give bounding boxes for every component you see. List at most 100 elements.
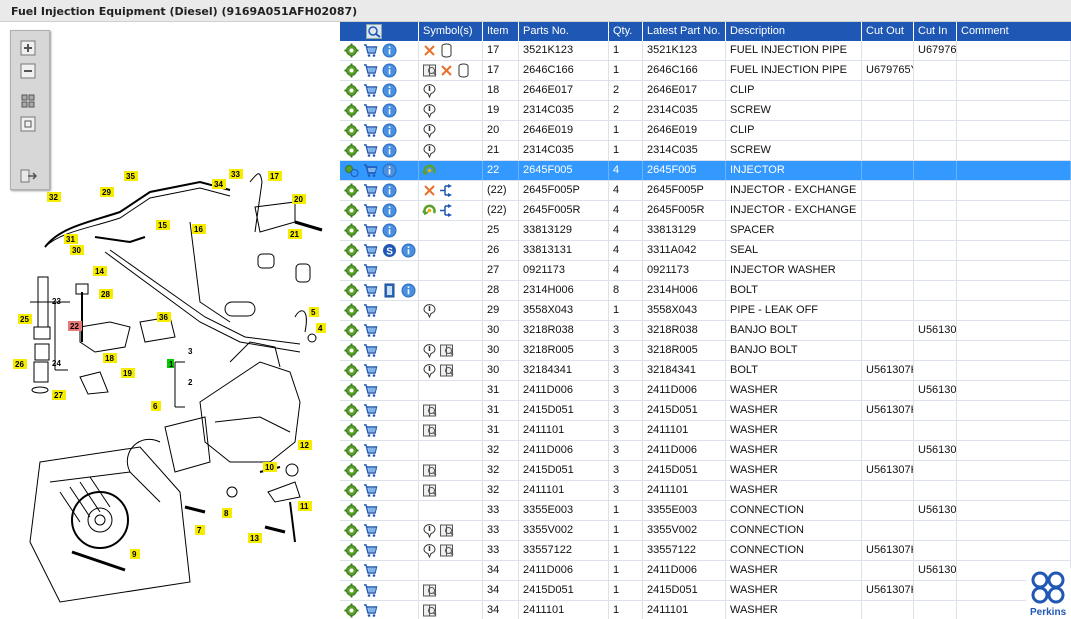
table-row[interactable]: 25 33813129 4 33813129 SPACER — [340, 221, 1071, 241]
info-icon[interactable] — [382, 83, 397, 98]
gear-icon[interactable] — [344, 263, 359, 278]
table-row[interactable]: S 26 33813131 4 3311A042 SEAL — [340, 241, 1071, 261]
zoom-in-button[interactable] — [20, 40, 40, 58]
callout-28[interactable]: 28 — [101, 290, 110, 299]
book-lookup-icon[interactable] — [422, 603, 437, 618]
cart-icon[interactable] — [363, 503, 378, 518]
callout-31[interactable]: 31 — [66, 235, 75, 244]
table-row[interactable]: 33 3355V002 1 3355V002 CONNECTION — [340, 521, 1071, 541]
gear-icon[interactable] — [344, 123, 359, 138]
callout-4[interactable]: 4 — [318, 324, 323, 333]
callout-1[interactable]: 1 — [169, 360, 174, 369]
info-icon[interactable] — [382, 63, 397, 78]
callout-6[interactable]: 6 — [153, 402, 158, 411]
header-comment[interactable]: Comment — [957, 22, 1071, 41]
cart-icon[interactable] — [363, 563, 378, 578]
table-row[interactable]: 17 3521K123 1 3521K123 FUEL INJECTION PIPE U6… — [340, 41, 1071, 61]
cart-icon[interactable] — [363, 363, 378, 378]
cart-icon[interactable] — [363, 43, 378, 58]
table-row[interactable]: 32 2411101 3 2411101 WASHER — [340, 481, 1071, 501]
cylinder-icon[interactable] — [439, 43, 454, 58]
superseded-cross-icon[interactable] — [439, 63, 454, 78]
header-item[interactable]: Item — [483, 22, 519, 41]
gear-icon[interactable] — [344, 523, 359, 538]
cylinder-icon[interactable] — [456, 63, 471, 78]
cart-icon[interactable] — [363, 423, 378, 438]
cart-icon[interactable] — [363, 383, 378, 398]
table-row[interactable]: 32 2411D006 3 2411D006 WASHER U56130 — [340, 441, 1071, 461]
export-button[interactable] — [20, 169, 40, 187]
cart-icon[interactable] — [363, 223, 378, 238]
note-balloon-icon[interactable] — [422, 303, 437, 318]
note-balloon-icon[interactable] — [422, 363, 437, 378]
assembly-icon[interactable] — [344, 163, 359, 178]
cart-icon[interactable] — [363, 523, 378, 538]
table-row[interactable]: 20 2646E019 1 2646E019 CLIP — [340, 121, 1071, 141]
header-latest-part-no[interactable]: Latest Part No. — [643, 22, 726, 41]
callout-26[interactable]: 26 — [15, 360, 24, 369]
table-row[interactable]: 21 2314C035 1 2314C035 SCREW — [340, 141, 1071, 161]
cart-icon[interactable] — [363, 243, 378, 258]
book-lookup-icon[interactable] — [422, 463, 437, 478]
gear-icon[interactable] — [344, 363, 359, 378]
reman-icon[interactable] — [422, 203, 437, 218]
table-row[interactable]: 34 2415D051 1 2415D051 WASHER U561307K — [340, 581, 1071, 601]
note-balloon-icon[interactable] — [422, 523, 437, 538]
book-lookup-icon[interactable] — [422, 403, 437, 418]
callout-5[interactable]: 5 — [311, 308, 316, 317]
table-row[interactable]: 22 2645F005 4 2645F005 INJECTOR — [340, 161, 1071, 181]
callout-16[interactable]: 16 — [194, 225, 203, 234]
cart-icon[interactable] — [363, 463, 378, 478]
table-row[interactable]: 33 3355E003 1 3355E003 CONNECTION U56130 — [340, 501, 1071, 521]
cart-icon[interactable] — [363, 323, 378, 338]
gear-icon[interactable] — [344, 383, 359, 398]
gear-icon[interactable] — [344, 83, 359, 98]
gear-icon[interactable] — [344, 563, 359, 578]
book-lookup-icon[interactable] — [439, 343, 454, 358]
callout-30[interactable]: 30 — [72, 246, 81, 255]
gear-icon[interactable] — [344, 443, 359, 458]
table-row[interactable]: 31 2415D051 3 2415D051 WASHER U561307K — [340, 401, 1071, 421]
cart-icon[interactable] — [363, 83, 378, 98]
cart-icon[interactable] — [363, 303, 378, 318]
info-icon[interactable] — [382, 163, 397, 178]
note-balloon-icon[interactable] — [422, 343, 437, 358]
table-row[interactable]: 27 0921173 4 0921173 INJECTOR WASHER — [340, 261, 1071, 281]
superseded-cross-icon[interactable] — [422, 183, 437, 198]
callout-34[interactable]: 34 — [214, 180, 223, 189]
book-lookup-icon[interactable] — [422, 483, 437, 498]
callout-2[interactable]: 2 — [188, 378, 193, 387]
gear-icon[interactable] — [344, 43, 359, 58]
fit-view-button[interactable] — [20, 93, 40, 111]
cart-icon[interactable] — [363, 603, 378, 618]
gear-icon[interactable] — [344, 543, 359, 558]
note-balloon-icon[interactable] — [422, 103, 437, 118]
note-balloon-icon[interactable] — [422, 143, 437, 158]
cart-icon[interactable] — [363, 63, 378, 78]
cart-icon[interactable] — [363, 343, 378, 358]
header-cut-out[interactable]: Cut Out — [862, 22, 914, 41]
callout-7[interactable]: 7 — [197, 526, 202, 535]
cart-icon[interactable] — [363, 443, 378, 458]
cart-icon[interactable] — [363, 263, 378, 278]
cart-icon[interactable] — [363, 483, 378, 498]
gear-icon[interactable] — [344, 403, 359, 418]
note-balloon-icon[interactable] — [422, 123, 437, 138]
cart-icon[interactable] — [363, 103, 378, 118]
gear-icon[interactable] — [344, 243, 359, 258]
table-row[interactable]: 28 2314H006 8 2314H006 BOLT — [340, 281, 1071, 301]
callout-8[interactable]: 8 — [224, 509, 229, 518]
info-icon[interactable] — [382, 203, 397, 218]
table-row[interactable]: 34 2411101 1 2411101 WASHER — [340, 601, 1071, 619]
table-row[interactable]: 30 32184341 3 32184341 BOLT U561307K — [340, 361, 1071, 381]
callout-33[interactable]: 33 — [231, 170, 240, 179]
gear-icon[interactable] — [344, 203, 359, 218]
gear-icon[interactable] — [344, 63, 359, 78]
gear-icon[interactable] — [344, 323, 359, 338]
callout-21[interactable]: 21 — [290, 230, 299, 239]
exploded-diagram[interactable]: 35 33 17 34 29 32 20 15 16 21 31 30 14 2… — [0, 22, 338, 619]
book-lookup-icon[interactable] — [422, 63, 437, 78]
table-row[interactable]: 17 2646C166 1 2646C166 FUEL INJECTION PIPE U6… — [340, 61, 1071, 81]
table-row[interactable]: 31 2411D006 3 2411D006 WASHER U56130 — [340, 381, 1071, 401]
callout-32[interactable]: 32 — [49, 193, 58, 202]
